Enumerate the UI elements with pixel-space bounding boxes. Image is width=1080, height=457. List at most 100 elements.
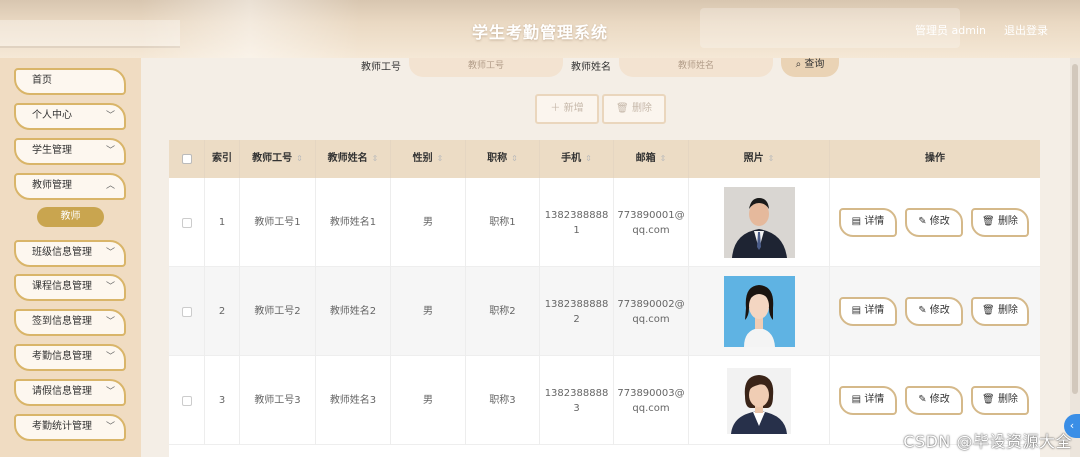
column-header-label: 照片 (743, 153, 764, 164)
column-header-label: 操作 (925, 153, 945, 164)
cell-index: 2 (205, 267, 240, 356)
column-header-gender[interactable]: 性别 ⇕ (391, 140, 466, 178)
cell-phone: 1382388888 3 (540, 356, 614, 445)
sidebar-item-teacher-management[interactable]: 教师管理 ︿ (14, 173, 126, 200)
row-checkbox[interactable] (181, 217, 192, 228)
teacher-no-input[interactable]: 教师工号 (409, 58, 563, 77)
sort-icon[interactable]: ⇕ (660, 154, 667, 163)
sidebar-subitem-teacher[interactable]: 教师 (37, 207, 104, 227)
column-header-title[interactable]: 职称 ⇕ (466, 140, 540, 178)
column-header-label: 索引 (212, 153, 232, 164)
sidebar-item-leave-info[interactable]: 请假信息管理 ﹀ (14, 379, 126, 406)
sidebar-item-personal-center[interactable]: 个人中心 ﹀ (14, 103, 126, 130)
cell-teacher-no: 教师工号1 (240, 178, 316, 267)
trash-icon: 🗑 (982, 394, 995, 405)
sidebar-item-label: 考勤信息管理 (32, 351, 92, 362)
sort-icon[interactable]: ⇕ (768, 154, 775, 163)
teacher-name-label: 教师姓名 (571, 62, 611, 73)
cell-phone: 1382388888 2 (540, 267, 614, 356)
teacher-no-label: 教师工号 (361, 62, 401, 73)
column-header-email[interactable]: 邮箱 ⇕ (614, 140, 689, 178)
document-icon: ▤ (851, 305, 862, 316)
edit-label: 修改 (929, 394, 950, 405)
sort-icon[interactable]: ⇕ (585, 154, 592, 163)
teacher-photo (723, 276, 795, 347)
sidebar-item-home[interactable]: 首页 (14, 68, 126, 95)
trash-icon: 🗑 (616, 103, 629, 114)
row-checkbox[interactable] (181, 306, 192, 317)
column-header-teacher-no[interactable]: 教师工号 ⇕ (240, 140, 316, 178)
chevron-down-icon: ﹀ (105, 111, 115, 121)
sidebar-item-label: 个人中心 (32, 110, 72, 121)
detail-button[interactable]: ▤ 详情 (839, 208, 897, 237)
cell-index: 1 (205, 178, 240, 267)
search-icon: ⌕ (795, 59, 802, 70)
sidebar-item-label: 教师管理 (32, 180, 72, 191)
sidebar-item-label: 考勤统计管理 (32, 421, 92, 432)
chevron-down-icon: ﹀ (105, 387, 115, 397)
sort-icon[interactable]: ⇕ (511, 154, 518, 163)
teacher-name-input[interactable]: 教师姓名 (619, 58, 773, 77)
row-checkbox[interactable] (181, 395, 192, 406)
delete-button[interactable]: 🗑 删除 (971, 386, 1029, 415)
add-button-label: 新增 (563, 103, 584, 114)
cell-index: 3 (205, 356, 240, 445)
detail-label: 详情 (864, 394, 885, 405)
sidebar-item-attendance-info[interactable]: 考勤信息管理 ﹀ (14, 344, 126, 371)
logout-link[interactable]: 退出登录 (1004, 22, 1048, 38)
document-icon: ▤ (851, 394, 862, 405)
column-header-operations: 操作 (830, 140, 1040, 178)
batch-delete-button[interactable]: 🗑 删除 (602, 94, 666, 124)
detail-button[interactable]: ▤ 详情 (839, 297, 897, 326)
sidebar-item-class-info[interactable]: 班级信息管理 ﹀ (14, 240, 126, 267)
sidebar-item-course-info[interactable]: 课程信息管理 ﹀ (14, 274, 126, 301)
sidebar-item-label: 班级信息管理 (32, 247, 92, 258)
search-button[interactable]: ⌕ 查询 (781, 58, 839, 77)
detail-button[interactable]: ▤ 详情 (839, 386, 897, 415)
edit-button[interactable]: ✎ 修改 (905, 386, 963, 415)
row-select-cell (169, 267, 205, 356)
delete-button[interactable]: 🗑 删除 (971, 208, 1029, 237)
cell-teacher-no: 教师工号3 (240, 356, 316, 445)
delete-label: 删除 (997, 216, 1018, 227)
detail-label: 详情 (864, 216, 885, 227)
add-button[interactable]: ＋ 新增 (535, 94, 599, 124)
watermark: CSDN @毕设资源大全 (903, 432, 1072, 451)
phone-line: 3 (573, 402, 580, 414)
teacher-table: 索引 教师工号 ⇕ 教师姓名 ⇕ 性别 ⇕ 职称 ⇕ 手机 ⇕ 邮箱 ⇕ 照片 ⇕ 操作 1 … (169, 140, 1040, 457)
chevron-down-icon: ﹀ (105, 422, 115, 432)
teacher-photo (727, 367, 791, 434)
table-row: 2 教师工号2 教师姓名2 男 职称2 1382388888 2 77389000… (169, 267, 1040, 356)
sidebar-item-label: 课程信息管理 (32, 281, 92, 292)
column-header-teacher-name[interactable]: 教师姓名 ⇕ (316, 140, 391, 178)
sort-icon[interactable]: ⇕ (437, 154, 444, 163)
select-all-checkbox[interactable] (181, 154, 192, 164)
sidebar-item-attendance-stats[interactable]: 考勤统计管理 ﹀ (14, 414, 126, 441)
sidebar-item-label: 签到信息管理 (32, 316, 92, 327)
sort-icon[interactable]: ⇕ (372, 154, 379, 163)
sort-icon[interactable]: ⇕ (296, 154, 303, 163)
edit-button[interactable]: ✎ 修改 (905, 208, 963, 237)
column-header-photo[interactable]: 照片 ⇕ (689, 140, 830, 178)
cell-photo (689, 356, 830, 445)
edit-label: 修改 (929, 305, 950, 316)
edit-button[interactable]: ✎ 修改 (905, 297, 963, 326)
main-content: 教师工号 教师工号 教师姓名 教师姓名 ⌕ 查询 ＋ 新增 🗑 删除 索引 教师… (141, 58, 1080, 457)
column-header-label: 性别 (412, 153, 433, 164)
chevron-down-icon: ﹀ (105, 352, 115, 362)
trash-icon: 🗑 (982, 216, 995, 227)
row-select-cell (169, 178, 205, 267)
sidebar-item-sign-in-info[interactable]: 签到信息管理 ﹀ (14, 309, 126, 336)
cell-title: 职称1 (466, 178, 540, 267)
column-header-phone[interactable]: 手机 ⇕ (540, 140, 614, 178)
delete-button[interactable]: 🗑 删除 (971, 297, 1029, 326)
cell-gender: 男 (391, 267, 466, 356)
sidebar: 首页 个人中心 ﹀ 学生管理 ﹀ 教师管理 ︿ 教师 班级信息管理 ﹀ 课程信息管理 ﹀ … (0, 58, 141, 457)
email-line: 773890002@ (617, 298, 685, 310)
vertical-scrollbar[interactable] (1070, 58, 1080, 457)
sidebar-item-student-management[interactable]: 学生管理 ﹀ (14, 138, 126, 165)
scrollbar-thumb[interactable] (1072, 64, 1078, 394)
email-line: qq.com (632, 402, 670, 414)
column-header-label: 职称 (487, 153, 508, 164)
phone-line: 1382388888 (544, 298, 609, 310)
